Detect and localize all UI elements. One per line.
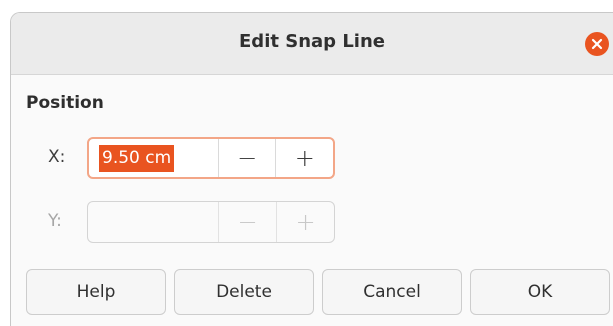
ok-button[interactable]: OK — [470, 269, 610, 315]
help-button[interactable]: Help — [26, 269, 166, 315]
x-label: X: — [48, 147, 66, 167]
dialog-title: Edit Snap Line — [239, 31, 385, 52]
x-increment-button[interactable]: + — [275, 139, 333, 177]
cancel-button[interactable]: Cancel — [322, 269, 462, 315]
plus-icon: + — [295, 208, 316, 236]
x-field[interactable]: 9.50 cm — [89, 139, 218, 177]
delete-button[interactable]: Delete — [174, 269, 314, 315]
y-label: Y: — [48, 211, 62, 231]
dialog-button-row: Help Delete Cancel OK — [26, 269, 610, 315]
x-value-text[interactable]: 9.50 cm — [99, 144, 175, 172]
x-decrement-button[interactable]: − — [217, 139, 276, 177]
y-field — [88, 202, 218, 242]
y-spinbox: − + — [87, 201, 335, 243]
minus-icon: − — [237, 144, 258, 172]
y-increment-button: + — [276, 202, 334, 242]
y-decrement-button: − — [218, 202, 276, 242]
plus-icon: + — [294, 144, 315, 172]
minus-icon: − — [237, 208, 258, 236]
x-spinbox: 9.50 cm − + — [87, 137, 335, 179]
title-bar: Edit Snap Line — [11, 13, 613, 75]
close-icon — [591, 38, 603, 50]
close-button[interactable] — [585, 32, 609, 56]
position-section-label: Position — [26, 93, 104, 113]
edit-snap-line-dialog: Edit Snap Line Position X: 9.50 cm − + Y… — [10, 12, 613, 326]
